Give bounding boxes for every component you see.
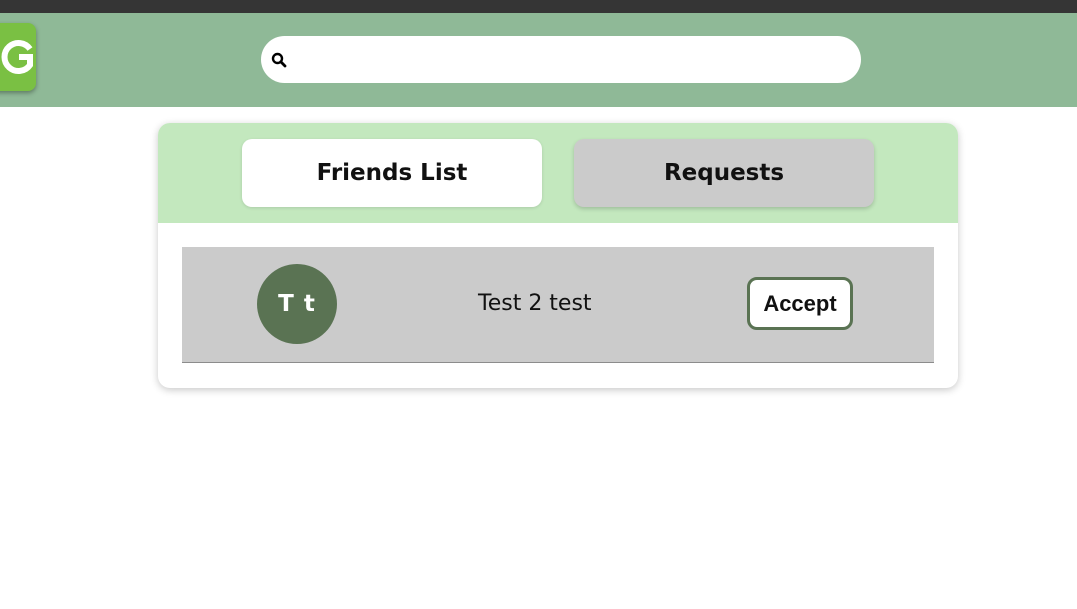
friend-name: Test 2 test <box>478 291 592 316</box>
avatar: T t <box>257 264 337 344</box>
tab-bar: Friends List Requests <box>158 123 958 223</box>
search-icon <box>271 52 287 68</box>
search-input[interactable] <box>295 38 861 81</box>
tab-friends-list[interactable]: Friends List <box>242 139 542 207</box>
friends-panel: Friends List Requests T t Test 2 test Ac… <box>158 123 958 388</box>
search-bar[interactable] <box>261 36 861 83</box>
list-item: T t Test 2 test Accept <box>182 247 934 363</box>
app-header <box>0 13 1077 107</box>
top-strip <box>0 0 1077 13</box>
tab-requests[interactable]: Requests <box>574 139 874 207</box>
app-logo[interactable] <box>0 23 36 91</box>
logo-g-icon <box>1 40 33 74</box>
accept-button[interactable]: Accept <box>747 277 853 330</box>
